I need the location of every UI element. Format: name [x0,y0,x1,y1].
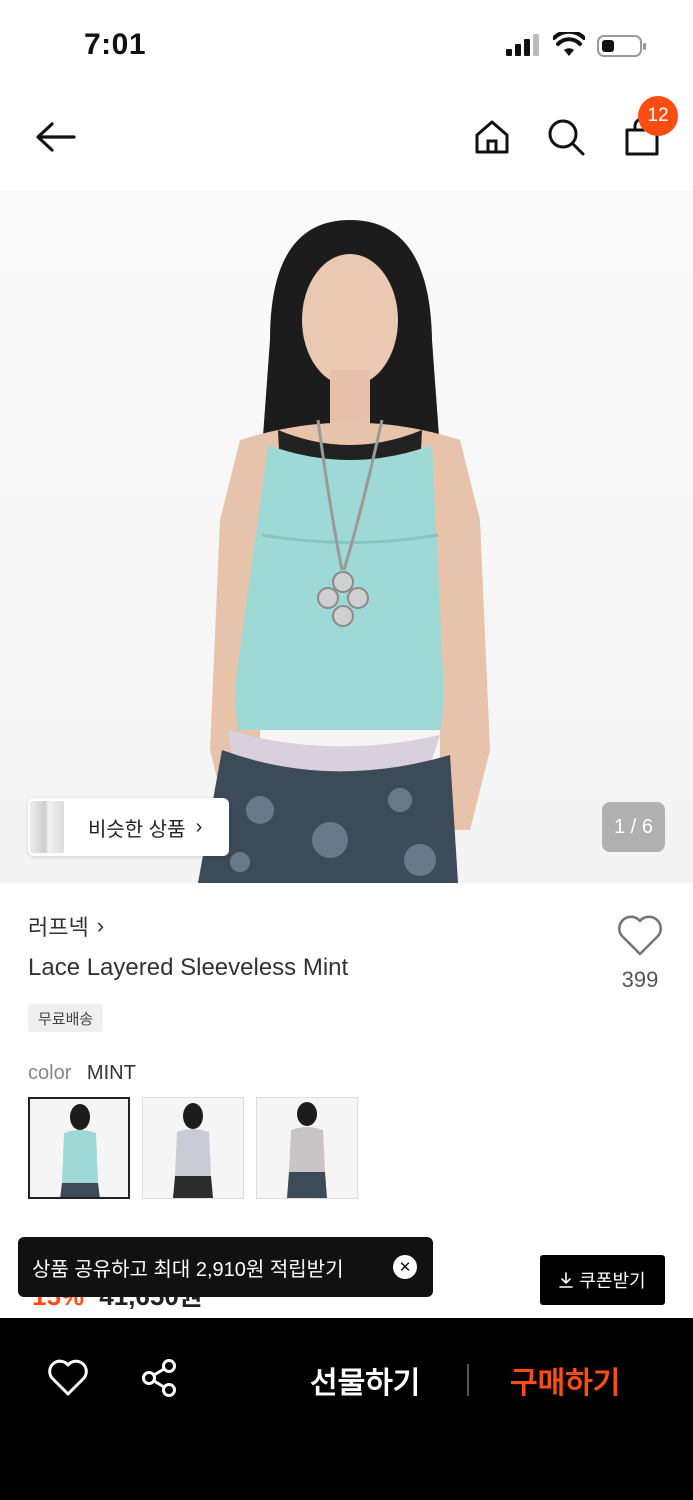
color-label: color [28,1062,72,1084]
similar-products-label: 비슷한 상품 [88,818,186,841]
color-thumbnail-image [173,1103,213,1198]
divider [467,1364,469,1396]
color-thumbnail-image [287,1102,327,1198]
search-button[interactable] [536,96,596,178]
chevron-right-icon: › [96,913,105,938]
close-icon[interactable]: ✕ [393,1255,417,1279]
heart-icon[interactable] [615,912,665,958]
toast-text: 상품 공유하고 최대 2,910원 적립받기 [32,1258,344,1281]
image-counter: 1 / 6 [602,802,665,852]
wifi-icon [553,32,585,56]
status-bar: 7:01 [0,0,693,90]
home-icon [475,120,509,154]
back-button[interactable] [26,96,86,178]
brand-name: 러프넥 [28,915,89,940]
cart-count-badge: 12 [638,96,678,136]
bottom-action-bar: 선물하기 구매하기 [0,1318,693,1500]
free-shipping-badge: 무료배송 [28,1004,104,1032]
coupon-label: 쿠폰받기 [579,1271,646,1291]
status-time: 7:01 [84,28,147,61]
color-thumbnail-mint[interactable] [28,1097,130,1199]
color-thumbnail-gray-2[interactable] [256,1097,358,1199]
home-button[interactable] [462,96,522,178]
share-reward-toast[interactable]: 상품 공유하고 최대 2,910원 적립받기 ✕ [18,1237,433,1297]
top-nav [0,96,693,178]
battery-icon [597,35,646,57]
download-icon [559,1272,574,1288]
buy-button[interactable]: 구매하기 [510,1358,620,1402]
search-icon [548,119,585,156]
gift-button[interactable]: 선물하기 [310,1358,420,1402]
color-value: MINT [86,1062,136,1084]
like-count: 399 [621,967,659,992]
arrow-left-icon [36,122,76,152]
signal-icon [506,34,539,56]
similar-products-button[interactable]: 비슷한 상품 › [28,798,229,856]
color-thumbnail-gray[interactable] [142,1097,244,1199]
chevron-right-icon: › [195,815,203,838]
share-icon[interactable] [140,1358,178,1398]
product-title: Lace Layered Sleeveless Mint [28,954,349,981]
coupon-button[interactable]: 쿠폰받기 [540,1255,665,1305]
similar-product-thumbnail [30,801,64,853]
product-photo [198,220,490,883]
product-image[interactable] [0,190,693,883]
brand-link[interactable]: 러프넥 › [28,910,104,942]
heart-icon[interactable] [46,1358,90,1398]
color-option-row: color MINT [28,1062,136,1085]
color-thumbnail-image [60,1104,100,1197]
